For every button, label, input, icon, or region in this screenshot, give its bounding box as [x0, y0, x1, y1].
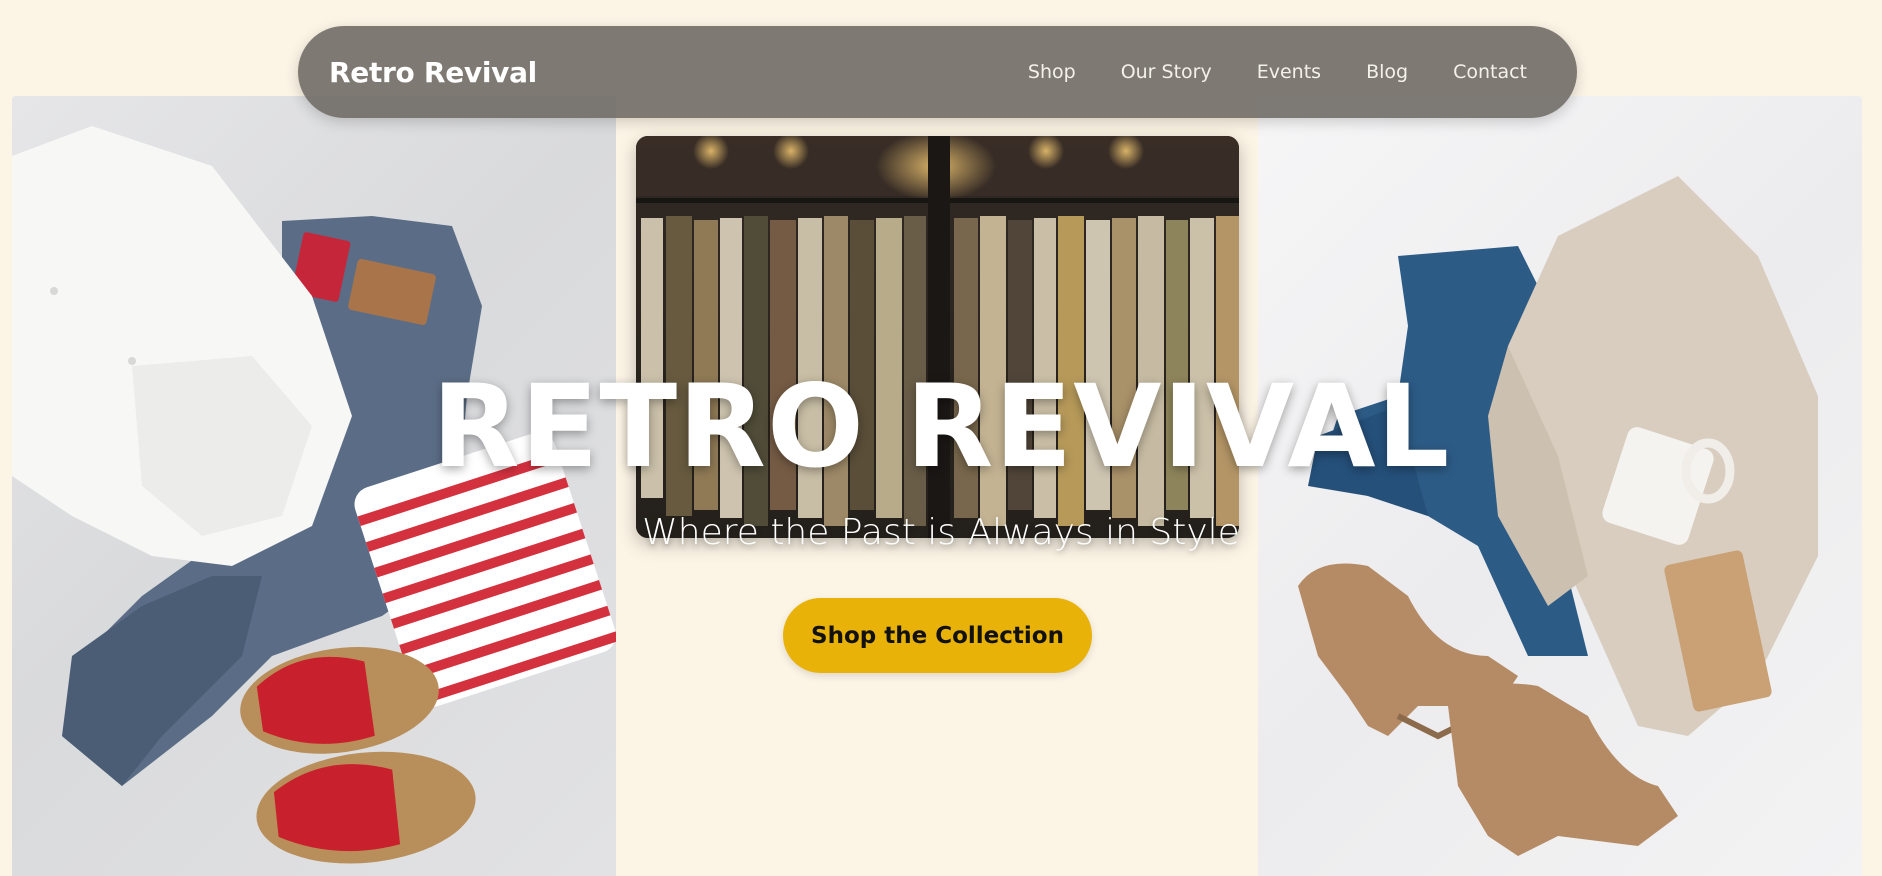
shop-collection-button[interactable]: Shop the Collection: [783, 598, 1092, 673]
brand-logo[interactable]: Retro Revival: [329, 56, 537, 89]
nav-link-contact[interactable]: Contact: [1453, 61, 1527, 83]
nav-link-our-story[interactable]: Our Story: [1121, 61, 1212, 83]
main-navbar: Retro Revival Shop Our Story Events Blog…: [298, 26, 1577, 118]
hero-title: RETRO REVIVAL: [431, 360, 1451, 493]
hero-subtitle: Where the Past is Always in Style: [642, 512, 1240, 553]
nav-link-shop[interactable]: Shop: [1028, 61, 1076, 83]
nav-links: Shop Our Story Events Blog Contact: [1028, 61, 1527, 83]
nav-link-blog[interactable]: Blog: [1366, 61, 1408, 83]
nav-link-events[interactable]: Events: [1257, 61, 1321, 83]
